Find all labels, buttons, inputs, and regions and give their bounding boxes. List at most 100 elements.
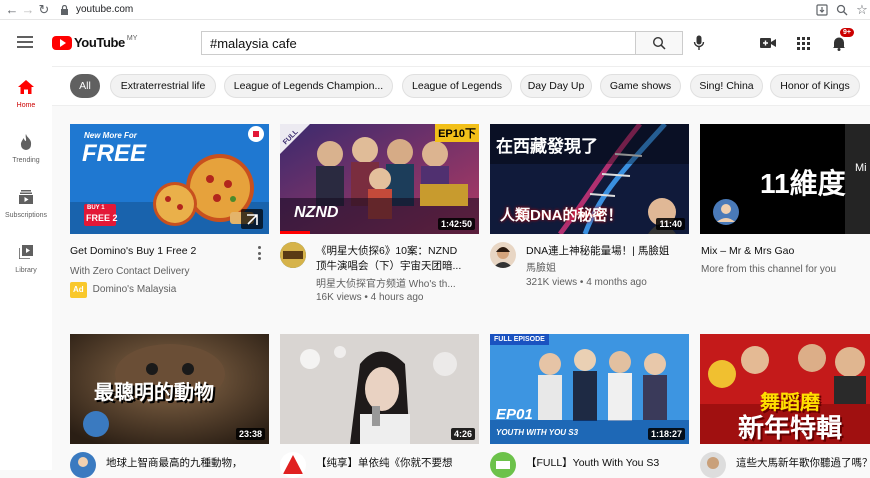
apps-button[interactable] (794, 34, 812, 52)
sidebar-item-label: Subscriptions (4, 212, 48, 219)
video-duration: 1:18:27 (647, 428, 685, 440)
video-thumbnail[interactable]: 舞蹈磨 新年特輯 (700, 334, 870, 444)
ad-tagline: New More For (84, 131, 137, 140)
sidebar-item-home[interactable]: Home (0, 66, 52, 116)
voice-search-button[interactable] (690, 34, 708, 52)
sidebar-item-subscriptions[interactable]: Subscriptions (0, 176, 52, 226)
video-channel[interactable]: More from this channel for you (701, 263, 870, 277)
thumbnail-caption-bottom: 新年特輯 (738, 413, 843, 443)
youtube-play-icon (52, 35, 72, 50)
video-title[interactable]: 【FULL】Youth With You S3 (526, 456, 686, 470)
thumbnail-caption: NZND (294, 204, 339, 221)
watch-progress-bar (280, 231, 310, 234)
search-input[interactable] (201, 31, 635, 55)
home-icon (17, 78, 35, 96)
video-channel[interactable]: Domino's Malaysia (93, 284, 177, 295)
thumbnail-caption: 最聰明的動物 (94, 382, 214, 404)
chip-extraterrestrial-life[interactable]: Extraterrestrial life (110, 74, 216, 98)
browser-toolbar: ← → ↻ youtube.com ☆ (0, 0, 870, 20)
channel-avatar[interactable] (280, 452, 306, 478)
forward-arrow-icon[interactable]: → (20, 2, 36, 18)
lock-icon (60, 4, 70, 15)
url-text: youtube.com (76, 4, 134, 15)
thumbnail-caption: 11維度 (760, 168, 846, 199)
singer-artwork (280, 334, 479, 444)
video-duration: 4:26 (450, 428, 475, 440)
channel-avatar[interactable] (490, 452, 516, 478)
country-code: MY (126, 35, 138, 42)
create-video-button[interactable] (759, 34, 777, 52)
video-thumbnail[interactable]: 在西藏發現了 人類DNA的秘密！ 11:40 (490, 124, 689, 234)
bell-icon (833, 37, 845, 51)
sidebar-item-library[interactable]: Library (0, 231, 52, 281)
video-title-line2[interactable]: 顶牛演唱会（下）宇宙天团暗... (316, 259, 466, 273)
video-thumbnail[interactable]: 4:26 (280, 334, 479, 444)
thumbnail-caption-top: 在西藏發現了 (496, 137, 598, 156)
video-thumbnail[interactable]: New More For FREE BUY 1 FREE 2 (70, 124, 269, 234)
video-title[interactable]: Mix – Mr & Mrs Gao (701, 244, 870, 258)
logo-text: YouTube (74, 35, 125, 50)
library-icon (17, 243, 35, 261)
video-channel-line: Ad Domino's Malaysia (70, 282, 269, 298)
video-description: With Zero Contact Delivery (70, 266, 190, 277)
ad-badge: Ad (70, 282, 87, 298)
sidebar-item-label: Trending (12, 157, 40, 164)
apps-grid-icon (796, 36, 810, 50)
sidebar-item-label: Library (15, 267, 37, 274)
chip-league-of-legends-champion[interactable]: League of Legends Champion... (224, 74, 393, 98)
install-app-icon[interactable] (814, 2, 830, 18)
chip-league-of-legends[interactable]: League of Legends (402, 74, 512, 98)
episode-badge: EP10下 (435, 124, 479, 142)
channel-avatar[interactable] (700, 452, 726, 478)
video-thumbnail[interactable]: 11維度 Mi (700, 124, 870, 234)
microphone-icon (693, 35, 705, 50)
sidebar-item-label: Home (16, 102, 36, 109)
bookmark-star-icon[interactable]: ☆ (854, 2, 870, 18)
ad-buy-text: BUY 1 (87, 205, 105, 211)
video-title[interactable]: 【纯享】单依纯《你就不要想 (316, 456, 466, 470)
video-title[interactable]: Get Domino's Buy 1 Free 2 (70, 244, 250, 258)
back-arrow-icon[interactable]: ← (4, 2, 20, 18)
video-meta: 321K views • 4 months ago (526, 277, 647, 288)
video-thumbnail[interactable]: 最聰明的動物 23:38 (70, 334, 269, 444)
chip-honor-of-kings[interactable]: Honor of Kings (770, 74, 860, 98)
search-bar (201, 31, 683, 55)
video-channel[interactable]: 馬臉姐 (526, 262, 686, 276)
sidebar: Home Trending Subscriptions Library (0, 66, 52, 470)
show-name-label: YOUTH WITH YOU S3 (496, 428, 579, 437)
chip-all[interactable]: All (70, 74, 100, 98)
youtube-logo[interactable]: YouTube MY (52, 35, 137, 50)
chip-day-day-up[interactable]: Day Day Up (520, 74, 592, 98)
address-bar[interactable]: youtube.com (60, 4, 133, 15)
video-thumbnail[interactable]: EP10下 FULL NZND 1:42:50 (280, 124, 479, 234)
channel-avatar[interactable] (280, 242, 306, 268)
reload-icon[interactable]: ↻ (36, 2, 52, 18)
search-icon (652, 36, 666, 50)
youtube-header: YouTube MY 9+ (0, 20, 870, 66)
search-button[interactable] (635, 31, 683, 55)
ad-free-text: FREE 2 (86, 213, 118, 223)
video-title[interactable]: 《明星大侦探6》10案：NZND (316, 244, 466, 258)
ad-headline: FREE (82, 140, 147, 167)
menu-icon[interactable] (17, 36, 33, 48)
sidebar-item-trending[interactable]: Trending (0, 121, 52, 171)
filter-chips-bar: All Extraterrestrial life League of Lege… (52, 66, 870, 106)
subscriptions-icon (17, 188, 35, 206)
video-title[interactable]: 地球上智商最高的九種動物， (106, 456, 256, 470)
video-duration: 11:40 (656, 218, 685, 230)
chip-sing-china[interactable]: Sing! China (690, 74, 763, 98)
video-thumbnail[interactable]: FULL EPISODE EP01 YOUTH WITH YOU S3 1:18… (490, 334, 689, 444)
video-meta: 16K views • 4 hours ago (316, 292, 424, 303)
zoom-icon[interactable] (834, 2, 850, 18)
channel-avatar[interactable] (70, 452, 96, 478)
chip-game-shows[interactable]: Game shows (600, 74, 681, 98)
notification-count-badge: 9+ (840, 28, 854, 37)
more-options-icon[interactable] (258, 246, 262, 260)
mix-label-partial: Mi (855, 162, 867, 174)
channel-avatar[interactable] (490, 242, 516, 268)
video-channel[interactable]: 明星大侦探官方频道 Who's th... (316, 278, 466, 292)
video-camera-plus-icon (760, 38, 776, 48)
video-title[interactable]: DNA連上神秘能量場！| 馬臉姐 (526, 244, 686, 258)
video-title[interactable]: 這些大馬新年歌你聽過了嗎？ (736, 456, 870, 470)
notifications-button[interactable]: 9+ (830, 28, 854, 52)
